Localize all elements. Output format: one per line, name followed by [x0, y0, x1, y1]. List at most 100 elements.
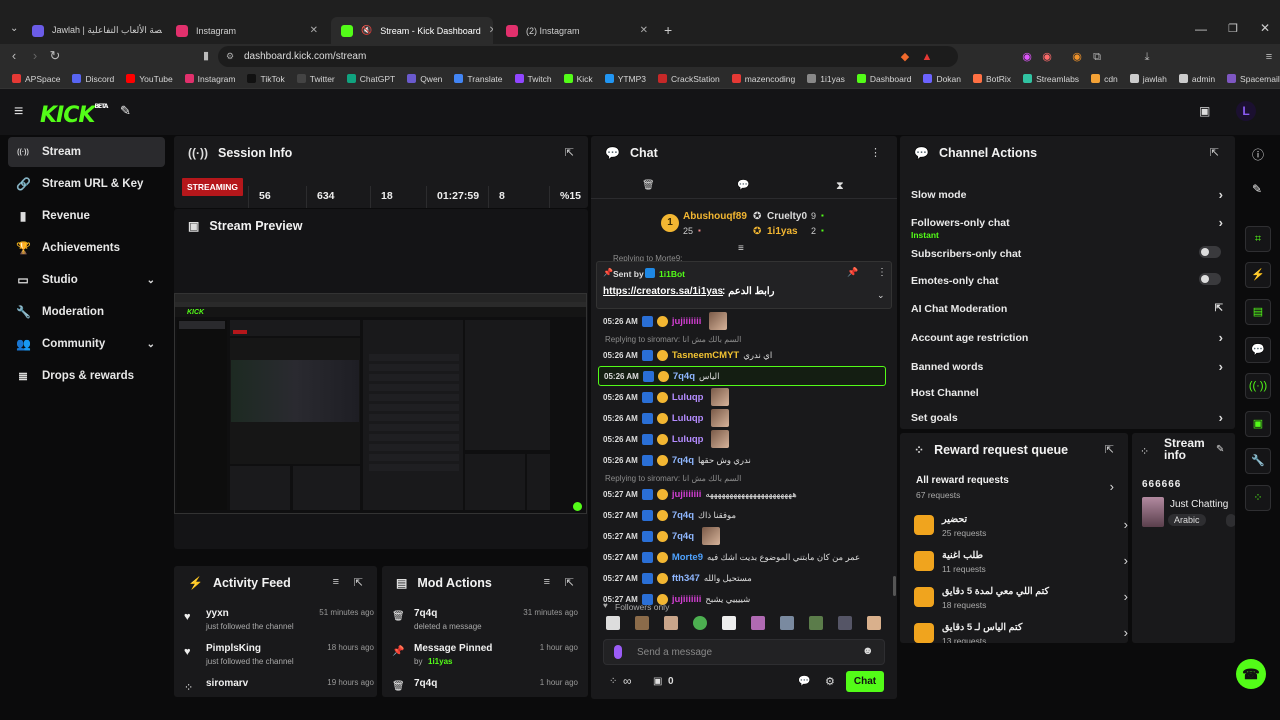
bookmark-item[interactable]: Translate [448, 74, 508, 84]
new-tab-icon[interactable]: + [664, 22, 672, 38]
reward-item[interactable]: كتم الياس لـ 5 دقايق 13 requests › [914, 621, 1128, 643]
popout-icon[interactable]: ⇱ [565, 576, 574, 589]
activity-username[interactable]: yyxn [206, 608, 229, 619]
chat-message[interactable]: 05:27 AM jujiiiiiii هههههههههههههههههههههه… [603, 485, 883, 503]
rail-broadcast-icon[interactable]: ((·)) [1245, 373, 1271, 399]
bookmark-item[interactable]: ChatGPT [341, 74, 401, 84]
channel-action-account-age-restriction[interactable]: Account age restriction › [911, 330, 1223, 345]
unpin-icon[interactable]: 📌 [847, 267, 858, 278]
toggle-switch[interactable] [1199, 246, 1221, 258]
badge-icon[interactable]: ▣ [653, 676, 662, 687]
pencil-icon[interactable]: ✎ [1252, 182, 1262, 196]
chat-settings-bubble-icon[interactable]: 💬 [798, 676, 810, 687]
channel-action-subscribers-only-chat[interactable]: Subscribers-only chat [911, 246, 1223, 260]
chat-message[interactable]: 05:26 AM Luluqp [603, 409, 883, 427]
mod-action-by[interactable]: 1i1yas [428, 657, 452, 666]
pin-icon[interactable]: ✎ [120, 103, 131, 119]
microphone-icon[interactable] [614, 645, 622, 659]
chat-message[interactable]: 05:27 AM Morte9 عمر من كان مابتني الموضوع … [603, 548, 883, 566]
stream-preview-video[interactable]: KICK [174, 293, 587, 514]
rail-people-icon[interactable]: ⁘ [1245, 485, 1271, 511]
download-icon[interactable]: ⤓ [1140, 50, 1154, 64]
edit-icon[interactable]: ✎ [1216, 444, 1224, 455]
bookmark-item[interactable]: Instagram [179, 74, 242, 84]
minimize-window-icon[interactable]: — [1195, 22, 1207, 36]
filter-icon[interactable]: ≡ [333, 576, 339, 588]
address-bar[interactable]: ⚙ dashboard.kick.com/stream [218, 46, 958, 67]
popout-icon[interactable]: ⇱ [1105, 443, 1114, 456]
activity-item[interactable]: ⁘ siromarv 19 hours ago [184, 678, 374, 697]
bookmark-item[interactable]: TikTok [241, 74, 290, 84]
reward-item[interactable]: تحضير 25 requests › [914, 513, 1128, 543]
bookmark-item[interactable]: Discord [66, 74, 120, 84]
chat-username[interactable]: 7q4q [673, 371, 695, 382]
gear-icon[interactable]: ⚙ [825, 675, 835, 688]
popout-icon[interactable]: ⇱ [354, 576, 363, 589]
more-options-icon[interactable]: ⋮ [870, 146, 881, 159]
popout-icon[interactable]: ⇱ [565, 146, 574, 159]
toggle-switch[interactable] [1199, 273, 1221, 285]
browser-tab-instagram-2[interactable]: (2) Instagram ✕ [496, 17, 658, 44]
chat-message[interactable]: 05:27 AM 7q4q [603, 527, 883, 545]
reward-item[interactable]: كتم اللي معي لمدة 5 دقايق 18 requests › [914, 585, 1128, 615]
maximize-window-icon[interactable]: ❐ [1228, 22, 1238, 35]
top-gifter-3[interactable]: ✪ 1i1yas 2 ▪ [753, 226, 843, 240]
creator-icon[interactable]: ▣ [1199, 104, 1210, 118]
chat-message[interactable]: 05:26 AM jujiiiiiii [603, 312, 883, 330]
expand-supporters-icon[interactable]: ≡ [738, 243, 744, 254]
rail-screen-icon[interactable]: ⌗ [1245, 226, 1271, 252]
chat-message[interactable]: 05:26 AM 7q4q الياس [598, 366, 886, 386]
rail-preview-icon[interactable]: ▣ [1245, 411, 1271, 437]
activity-username[interactable]: PimplsKing [206, 643, 261, 654]
chat-username[interactable]: fth347 [672, 573, 700, 584]
popout-icon[interactable]: ⇱ [1210, 146, 1219, 159]
pinned-message[interactable]: 📌 Sent by 1i1Bot 📌 ⋮ https://creators.sa… [596, 261, 892, 309]
emote[interactable] [751, 616, 765, 630]
back-icon[interactable]: ‹ [6, 48, 22, 64]
chat-username[interactable]: Luluqp [672, 392, 704, 403]
hamburger-menu-icon[interactable]: ≡ [14, 103, 23, 121]
trash-icon[interactable]: 🗑 [642, 180, 655, 191]
close-tab-icon[interactable]: ✕ [310, 25, 318, 36]
more-icon[interactable]: ⋮ [877, 267, 887, 278]
chat-message[interactable]: 05:26 AM 7q4q ندري وش حقها [603, 451, 883, 469]
bookmark-item[interactable]: 1i1yas [801, 74, 851, 84]
emote[interactable] [693, 616, 707, 630]
bookmark-item[interactable]: admin [1173, 74, 1221, 84]
sidebar-item-stream[interactable]: ((·)) Stream [8, 137, 165, 167]
rail-chat-icon[interactable]: 💬 [1245, 337, 1271, 363]
emote[interactable] [606, 616, 620, 630]
channel-action-ai-chat-moderation[interactable]: AI Chat Moderation ⇱ [911, 303, 1223, 315]
activity-item[interactable]: ♥ yyxn just followed the channel 51 minutes… [184, 608, 374, 640]
emote[interactable] [809, 616, 823, 630]
chat-username[interactable]: jujiiiiiii [672, 489, 702, 500]
forward-icon[interactable]: › [27, 48, 43, 64]
chat-username[interactable]: jujiiiiiii [672, 594, 702, 605]
rail-wrench-icon[interactable]: 🔧 [1245, 448, 1271, 474]
bookmark-item[interactable]: BotRix [967, 74, 1017, 84]
chat-username[interactable]: 7q4q [672, 455, 694, 466]
chat-username[interactable]: Luluqp [672, 413, 704, 424]
info-icon[interactable]: ⓘ [1252, 146, 1264, 163]
chat-username[interactable]: TasneemCMYT [672, 350, 739, 361]
bookmark-item[interactable]: Qwen [401, 74, 448, 84]
extension-2-icon[interactable]: ◉ [1040, 50, 1054, 64]
browser-tab-kick-dashboard[interactable]: 🔇 Stream - Kick Dashboard ✕ [331, 17, 493, 44]
bookmark-item[interactable]: CrackStation [652, 74, 726, 84]
close-tab-icon[interactable]: ✕ [640, 25, 648, 36]
chat-message[interactable]: 05:26 AM Luluqp [603, 430, 883, 448]
bookmark-item[interactable]: Twitch [509, 74, 558, 84]
tab-search-icon[interactable]: ⌄ [10, 23, 18, 34]
chevron-down-icon[interactable]: ⌄ [877, 290, 885, 301]
mod-action-item[interactable]: 📌 Message Pinned by 1i1yas 1 hour ago [392, 643, 578, 675]
rail-lightning-icon[interactable]: ⚡ [1245, 262, 1271, 288]
bookmark-item[interactable]: APSpace [6, 74, 66, 84]
reward-item[interactable]: طلب اغنية 11 requests › [914, 549, 1128, 579]
bookmark-item[interactable]: YTMP3 [599, 74, 652, 84]
people-icon[interactable]: ⁘ [609, 676, 617, 687]
sidebar-item-achievements[interactable]: 🏆 Achievements [8, 233, 165, 263]
emote[interactable] [838, 616, 852, 630]
emoji-icon[interactable]: ☻ [862, 645, 874, 657]
bookmark-item[interactable]: cdn [1085, 74, 1124, 84]
channel-action-followers-only-chat[interactable]: Followers-only chat Instant › [911, 215, 1223, 240]
